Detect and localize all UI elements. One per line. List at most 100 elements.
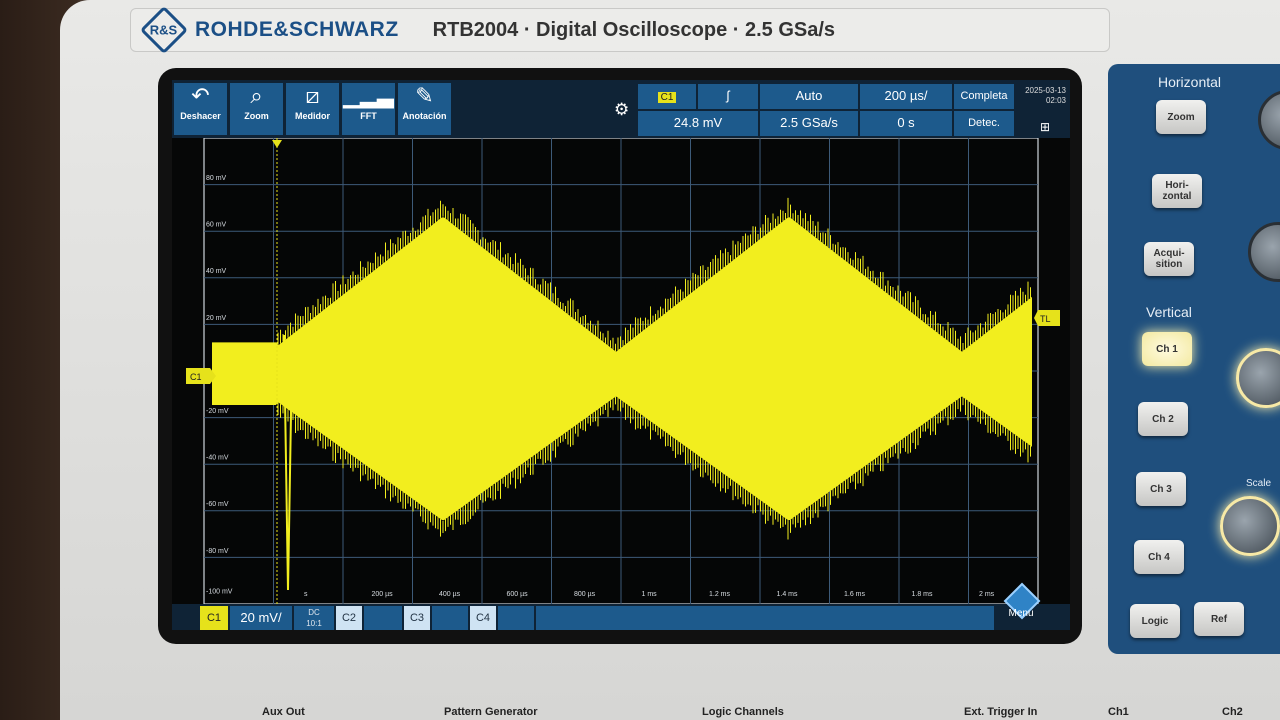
- x-tick-label: 1.2 ms: [709, 591, 731, 598]
- undo-button[interactable]: ↶ Deshacer: [174, 83, 228, 135]
- trigger-level[interactable]: 24.8 mV: [638, 111, 758, 136]
- y-tick-label: 80 mV: [206, 175, 227, 182]
- date-text: 2025-03-13: [1025, 86, 1066, 95]
- ch1-key[interactable]: Ch 1: [1142, 332, 1192, 366]
- ch3-badge[interactable]: C3: [404, 606, 430, 630]
- brand-name: ROHDE&SCHWARZ: [195, 18, 399, 41]
- bottom-empty-slot: [536, 606, 994, 630]
- ch4-slot[interactable]: [498, 606, 534, 630]
- position-knob[interactable]: [1258, 90, 1280, 150]
- acquisition-mode[interactable]: Detec. picos: [954, 111, 1014, 153]
- acquisition-key[interactable]: Acqui-sition: [1144, 242, 1194, 276]
- ch1-coupling[interactable]: DC 10:1: [294, 606, 334, 630]
- model-text: RTB2004 · Digital Oscilloscope · 2.5 GSa…: [432, 18, 836, 41]
- x-tick-label: 1.8 ms: [912, 591, 934, 598]
- y-tick-label: -20 mV: [206, 408, 229, 415]
- coupling-text: DC: [308, 608, 320, 617]
- ch1-scale[interactable]: 20 mV/: [230, 606, 292, 630]
- meter-label: Medidor: [295, 111, 330, 121]
- top-toolbar: ↶ Deshacer ⌕ Zoom ⧄ Medidor ▁▂▃ FFT ✎ An…: [172, 80, 1070, 153]
- undo-icon: ↶: [191, 84, 210, 109]
- vertical-section-title: Vertical: [1146, 304, 1192, 320]
- y-tick-label: -80 mV: [206, 548, 229, 555]
- x-tick-label: 600 µs: [507, 591, 529, 598]
- bottom-bar: C1 20 mV/ DC 10:1 C2 C3 C4 Menu: [172, 582, 1070, 630]
- logic-key[interactable]: Logic: [1130, 604, 1180, 638]
- control-panel: Horizontal Zoom Hori-zontal Acqui-sition…: [1108, 64, 1280, 654]
- ch2-key[interactable]: Ch 2: [1138, 402, 1188, 436]
- menu-button[interactable]: Menu: [998, 608, 1044, 619]
- ch1-offset-marker[interactable]: C1: [186, 368, 216, 384]
- y-tick-label: 40 mV: [206, 268, 227, 275]
- ref-key[interactable]: Ref: [1194, 602, 1244, 636]
- pattern-generator-label: Pattern Generator: [444, 706, 538, 718]
- x-tick-label: 400 µs: [439, 591, 461, 598]
- logic-channels-label: Logic Channels: [702, 706, 784, 718]
- photo-stage: R&S ROHDE&SCHWARZ RTB2004 · Digital Osci…: [0, 0, 1280, 720]
- y-tick-label: -60 mV: [206, 501, 229, 508]
- ch4-key[interactable]: Ch 4: [1134, 540, 1184, 574]
- time-offset[interactable]: 0 s: [860, 111, 952, 136]
- y-tick-label: 60 mV: [206, 222, 227, 229]
- annotation-label: Anotación: [402, 111, 447, 121]
- horizontal-scale-knob[interactable]: [1248, 222, 1280, 282]
- pencil-icon: ✎: [415, 84, 434, 109]
- ch1-badge[interactable]: C1: [200, 606, 228, 630]
- ch4-badge[interactable]: C4: [470, 606, 496, 630]
- ch1-connector-label: Ch1: [1108, 706, 1129, 718]
- zoom-key[interactable]: Zoom: [1156, 100, 1206, 134]
- trigger-mode[interactable]: Auto: [760, 84, 858, 109]
- ch2-slot[interactable]: [364, 606, 402, 630]
- trigger-source[interactable]: C1: [638, 84, 696, 109]
- y-tick-label: -100 mV: [206, 588, 233, 595]
- x-tick-label: 2 ms: [979, 591, 995, 598]
- meter-icon: ⧄: [305, 84, 320, 109]
- fft-button[interactable]: ▁▂▃ FFT: [342, 83, 396, 135]
- probe-text: 10:1: [306, 619, 322, 628]
- aux-out-label: Aux Out: [262, 706, 305, 718]
- ext-trigger-label: Ext. Trigger In: [964, 706, 1038, 718]
- meter-button[interactable]: ⧄ Medidor: [286, 83, 340, 135]
- x-tick-label: 1.6 ms: [844, 591, 866, 598]
- settings-gear-icon[interactable]: ⚙: [614, 100, 629, 120]
- time-scale[interactable]: 200 µs/: [860, 84, 952, 109]
- y-tick-label: 20 mV: [206, 315, 227, 322]
- ch3-key[interactable]: Ch 3: [1136, 472, 1186, 506]
- zoom-label: Zoom: [244, 111, 269, 121]
- oscilloscope-screen[interactable]: ↶ Deshacer ⌕ Zoom ⧄ Medidor ▁▂▃ FFT ✎ An…: [172, 80, 1070, 630]
- undo-label: Deshacer: [180, 111, 221, 121]
- acquisition-mode-top[interactable]: Completa: [954, 84, 1014, 109]
- ch1-offset-label: C1: [190, 372, 202, 382]
- x-tick-label: 1 ms: [642, 591, 658, 598]
- horizontal-section-title: Horizontal: [1158, 74, 1222, 90]
- fft-icon: ▁▂▃: [343, 84, 394, 109]
- scale-label: Scale: [1246, 478, 1272, 489]
- ch1-position-knob[interactable]: [1236, 348, 1280, 408]
- vertical-scale-knob[interactable]: [1220, 496, 1280, 556]
- date-time: 2025-03-13 02:03: [1018, 86, 1066, 106]
- sample-rate[interactable]: 2.5 GSa/s: [760, 111, 858, 136]
- time-text: 02:03: [1045, 96, 1066, 105]
- x-tick-label: s: [304, 591, 308, 598]
- rs-logo-text: R&S: [150, 22, 178, 38]
- zoom-tool-button[interactable]: ⌕ Zoom: [230, 83, 284, 135]
- trigger-level-label: TL: [1040, 314, 1051, 324]
- trigger-source-badge: C1: [657, 92, 677, 103]
- network-icon: ⊞: [1040, 120, 1051, 134]
- ch2-badge[interactable]: C2: [336, 606, 362, 630]
- trigger-edge[interactable]: ʃ: [698, 84, 758, 109]
- ch2-connector-label: Ch2: [1222, 706, 1243, 718]
- x-tick-label: 200 µs: [372, 591, 394, 598]
- y-tick-label: -40 mV: [206, 455, 229, 462]
- x-tick-label: 1.4 ms: [777, 591, 799, 598]
- brand-bar: R&S ROHDE&SCHWARZ RTB2004 · Digital Osci…: [130, 5, 1110, 55]
- x-tick-label: 800 µs: [574, 591, 596, 598]
- fft-label: FFT: [360, 111, 377, 121]
- rs-logo: R&S: [139, 5, 189, 55]
- zoom-icon: ⌕: [250, 84, 263, 109]
- ch3-slot[interactable]: [432, 606, 468, 630]
- trigger-level-marker[interactable]: TL: [1034, 310, 1060, 326]
- annotation-button[interactable]: ✎ Anotación: [398, 83, 452, 135]
- waveform-grid[interactable]: 80 mV 60 mV 40 mV 20 mV -20 mV -40 mV -60 mV -8…: [172, 138, 1070, 604]
- horizontal-key[interactable]: Hori-zontal: [1152, 174, 1202, 208]
